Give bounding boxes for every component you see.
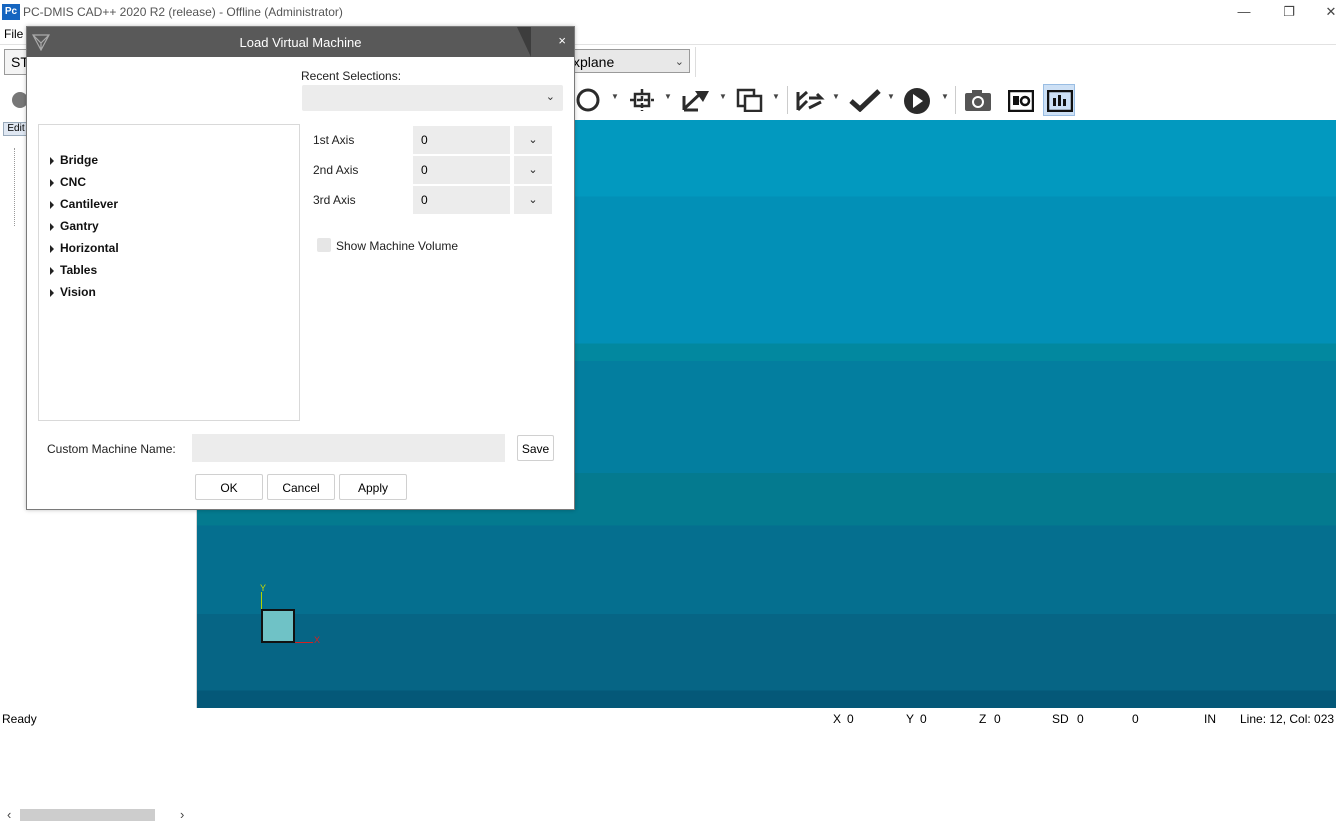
chevron-down-icon[interactable]: ⌄ (514, 126, 552, 154)
ok-button[interactable]: OK (195, 474, 263, 500)
play-icon[interactable] (903, 88, 931, 114)
tree-item-tables[interactable]: Tables (50, 263, 97, 277)
recent-selections-label: Recent Selections: (301, 69, 402, 83)
y-value: 0 (919, 711, 973, 727)
show-machine-volume-label[interactable]: Show Machine Volume (336, 239, 458, 253)
circle-icon[interactable] (576, 88, 600, 112)
window-title: PC-DMIS CAD++ 2020 R2 (release) - Offlin… (23, 5, 343, 19)
custom-machine-name-label: Custom Machine Name: (47, 442, 176, 456)
axis-x-line (295, 642, 313, 643)
load-virtual-machine-dialog: Load Virtual Machine × Recent Selections… (26, 26, 575, 510)
origin-cube (261, 609, 295, 643)
dialog-title-bar[interactable]: Load Virtual Machine × (27, 27, 574, 57)
axis-y-line (261, 592, 262, 610)
app-logo: Pc (2, 4, 20, 20)
expand-arrow-icon[interactable] (50, 156, 54, 165)
z-label: Z (979, 712, 987, 726)
tree-item-label: Tables (60, 263, 98, 277)
extra-value: 0 (1131, 711, 1199, 727)
units-indicator: IN (1204, 712, 1216, 726)
tree-item-horizontal[interactable]: Horizontal (50, 241, 119, 255)
axis-1-value[interactable]: 0 (413, 126, 510, 154)
axis-2-label: 2nd Axis (313, 163, 359, 177)
toolbar-divider (955, 86, 956, 114)
tree-item-label: Bridge (60, 153, 99, 167)
scrollbar-thumb[interactable] (20, 809, 155, 821)
workplane-value: xplane (573, 54, 615, 70)
apply-button[interactable]: Apply (339, 474, 407, 500)
status-bar: Ready X 0 Y 0 Z 0 SD 0 0 IN Line: 12, Co… (0, 709, 1336, 727)
tree-item-label: CNC (60, 175, 86, 189)
save-button[interactable]: Save (517, 435, 554, 461)
title-bar: Pc PC-DMIS CAD++ 2020 R2 (release) - Off… (0, 0, 1336, 24)
chevron-down-icon: ⌄ (545, 91, 555, 103)
cancel-button[interactable]: Cancel (267, 474, 335, 500)
chevron-right-icon[interactable]: › (180, 807, 184, 822)
dialog-title: Load Virtual Machine (239, 35, 362, 50)
axis-3-label: 3rd Axis (313, 193, 356, 207)
dropdown-arrow-icon[interactable]: ▼ (719, 92, 727, 101)
machine-type-tree[interactable]: Bridge CNC Cantilever Gantry Horizontal … (38, 124, 300, 421)
status-text: Ready (2, 712, 37, 726)
tree-item-label: Gantry (60, 219, 99, 233)
expand-arrow-icon[interactable] (50, 266, 54, 275)
y-label: Y (906, 712, 915, 726)
toolbar-divider (695, 47, 696, 77)
dropdown-arrow-icon[interactable]: ▼ (772, 92, 780, 101)
recent-selections-combo[interactable]: ⌄ (302, 85, 563, 111)
dropdown-arrow-icon[interactable]: ▼ (664, 92, 672, 101)
menu-file[interactable]: File (4, 27, 23, 41)
tree-item-label: Vision (60, 285, 96, 299)
dropdown-arrow-icon[interactable]: ▼ (941, 92, 949, 101)
tree-item-label: Horizontal (60, 241, 119, 255)
dropdown-arrow-icon[interactable]: ▼ (887, 92, 895, 101)
tree-item-cnc[interactable]: CNC (50, 175, 86, 189)
path-icon[interactable] (795, 88, 827, 112)
chevron-down-icon[interactable]: ⌄ (514, 156, 552, 184)
x-value: 0 (846, 711, 900, 727)
tree-item-bridge[interactable]: Bridge (50, 153, 98, 167)
horizontal-scrollbar[interactable]: ‹ › (0, 806, 196, 824)
dropdown-arrow-icon[interactable]: ▼ (832, 92, 840, 101)
crosshair-icon[interactable] (628, 88, 656, 112)
chevron-left-icon[interactable]: ‹ (7, 807, 11, 822)
expand-arrow-icon[interactable] (50, 288, 54, 297)
move-icon[interactable] (681, 88, 711, 112)
check-icon[interactable] (849, 88, 881, 113)
workplane-combo[interactable]: xplane ⌄ (566, 49, 690, 73)
axis-x-label: X (314, 635, 321, 645)
expand-arrow-icon[interactable] (50, 178, 54, 187)
show-machine-volume-checkbox[interactable] (317, 238, 331, 252)
axis-1-label: 1st Axis (313, 133, 355, 147)
expand-arrow-icon[interactable] (50, 222, 54, 231)
axis-3-value[interactable]: 0 (413, 186, 510, 214)
restore-button[interactable]: ❐ (1274, 3, 1304, 21)
tree-guide-line (14, 148, 16, 226)
toolbar-divider (787, 86, 788, 114)
x-label: X (833, 712, 842, 726)
tree-item-cantilever[interactable]: Cantilever (50, 197, 118, 211)
close-window-button[interactable]: ✕ (1316, 3, 1336, 21)
expand-arrow-icon[interactable] (50, 200, 54, 209)
cad-graph-icon[interactable] (1043, 84, 1075, 116)
minimize-button[interactable]: — (1229, 3, 1259, 21)
sd-label: SD (1052, 712, 1069, 726)
axis-2-value[interactable]: 0 (413, 156, 510, 184)
close-icon[interactable]: × (558, 33, 566, 48)
dropdown-arrow-icon[interactable]: ▼ (611, 92, 619, 101)
tree-item-vision[interactable]: Vision (50, 285, 96, 299)
custom-machine-name-input[interactable] (192, 434, 505, 462)
chevron-down-icon: ⌄ (674, 56, 684, 68)
cad-view-icon[interactable] (1004, 84, 1036, 116)
copy-icon[interactable] (736, 88, 764, 113)
expand-arrow-icon[interactable] (50, 244, 54, 253)
chevron-down-icon[interactable]: ⌄ (514, 186, 552, 214)
sd-value: 0 (1076, 711, 1126, 727)
line-col-indicator: Line: 12, Col: 023 (1240, 712, 1335, 726)
tree-item-label: Cantilever (60, 197, 119, 211)
z-value: 0 (993, 711, 1047, 727)
tree-item-gantry[interactable]: Gantry (50, 219, 99, 233)
camera-icon[interactable] (963, 88, 993, 112)
